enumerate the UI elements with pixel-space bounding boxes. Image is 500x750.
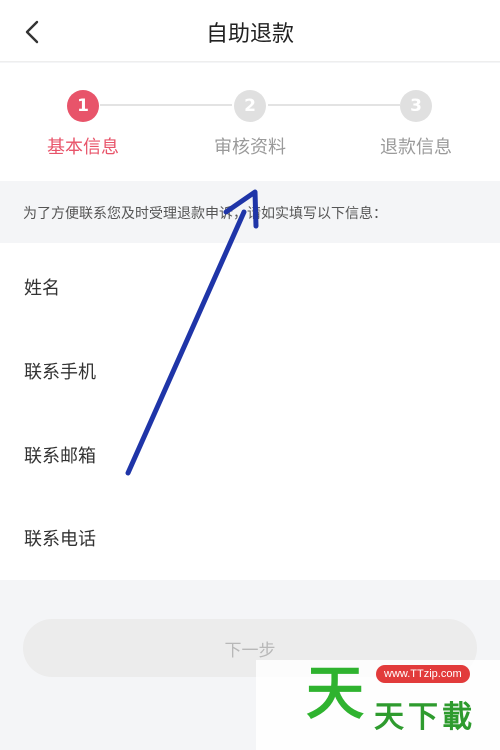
phone-field-label: 联系电话: [24, 529, 96, 550]
step-1-number: 1: [67, 90, 99, 122]
progress-stepper: 1 2 3 基本信息 审核资料 退款信息: [0, 63, 500, 181]
step-3-label: 退款信息: [380, 137, 452, 158]
mobile-field[interactable]: 联系手机: [0, 329, 500, 413]
watermark-logo: 天: [306, 659, 365, 727]
page-title: 自助退款: [205, 22, 294, 47]
watermark-url: www.TTzip.com: [376, 665, 470, 683]
email-field-label: 联系邮箱: [24, 446, 96, 467]
step-connector: [268, 104, 400, 106]
mobile-field-label: 联系手机: [24, 362, 96, 383]
step-2-label: 审核资料: [214, 137, 286, 158]
watermark: 天 www.TTzip.com 天下載: [256, 659, 500, 750]
app-header: 自助退款: [0, 0, 500, 62]
name-field[interactable]: 姓名: [0, 245, 500, 329]
name-field-label: 姓名: [24, 278, 60, 299]
step-3-number: 3: [400, 90, 432, 122]
step-connector: [100, 104, 232, 106]
phone-field[interactable]: 联系电话: [0, 496, 500, 580]
step-1-label: 基本信息: [47, 137, 119, 158]
contact-form: 姓名 联系手机 联系邮箱 联系电话: [0, 243, 500, 580]
watermark-text: 天下載: [374, 700, 476, 735]
email-field[interactable]: 联系邮箱: [0, 413, 500, 497]
notice-text: 为了方便联系您及时受理退款申诉，请如实填写以下信息：: [0, 181, 500, 243]
step-2-number: 2: [234, 90, 266, 122]
